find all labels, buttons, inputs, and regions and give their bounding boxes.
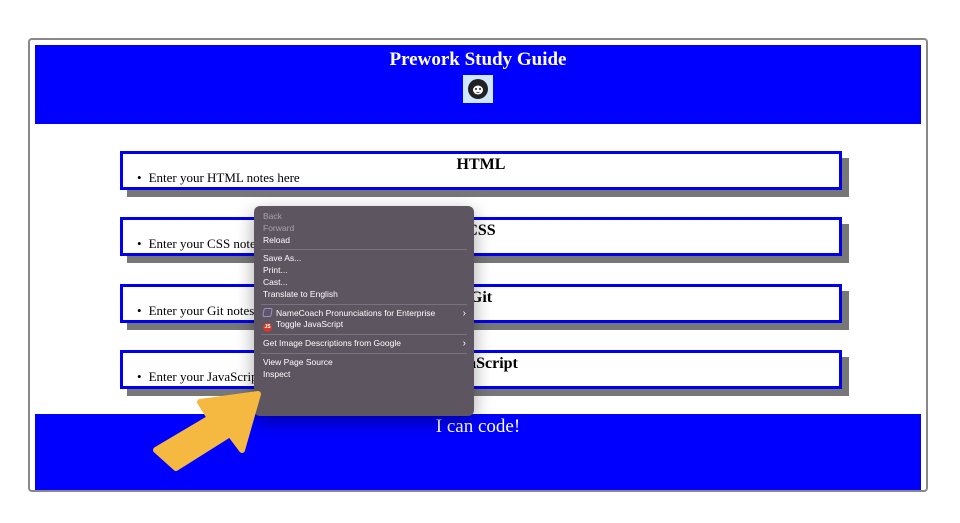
menu-item-label: NameCoach Pronunciations for Enterprise bbox=[276, 307, 436, 318]
html-section-card: HTML Enter your HTML notes here bbox=[120, 151, 842, 190]
javascript-section-card: JavaScript Enter your JavaScript notes h… bbox=[120, 350, 842, 389]
chevron-right-icon: › bbox=[462, 307, 466, 319]
cat-logo-icon bbox=[463, 75, 493, 103]
list-item: Enter your HTML notes here bbox=[137, 170, 300, 186]
menu-item-translate[interactable]: Translate to English bbox=[254, 289, 474, 301]
menu-item-save-as[interactable]: Save As... bbox=[254, 253, 474, 265]
css-section-card: CSS Enter your CSS notes here bbox=[120, 217, 842, 256]
menu-item-label: Back bbox=[263, 211, 282, 221]
menu-item-label: Toggle JavaScript bbox=[276, 319, 344, 330]
menu-item-label: View Page Source bbox=[263, 356, 333, 367]
menu-item-label: Forward bbox=[263, 222, 295, 233]
menu-item-back[interactable]: Back bbox=[254, 211, 474, 223]
menu-item-label: Get Image Descriptions from Google bbox=[263, 338, 401, 349]
menu-divider bbox=[261, 303, 467, 305]
chevron-right-icon: › bbox=[462, 338, 466, 350]
menu-item-image-descriptions[interactable]: Get Image Descriptions from Google › bbox=[254, 338, 474, 350]
javascript-toggle-icon: JS bbox=[263, 323, 272, 333]
menu-item-cast[interactable]: Cast... bbox=[254, 277, 474, 289]
menu-item-toggle-javascript[interactable]: JS Toggle JavaScript bbox=[254, 319, 474, 333]
menu-item-label: Print... bbox=[263, 265, 288, 276]
context-menu: Back Forward Reload Save As... Print... … bbox=[254, 206, 474, 416]
menu-item-reload[interactable]: Reload bbox=[254, 235, 474, 247]
menu-item-view-source[interactable]: View Page Source bbox=[254, 357, 474, 369]
menu-item-label: Cast... bbox=[263, 276, 288, 287]
menu-divider bbox=[261, 352, 467, 354]
menu-item-inspect[interactable]: Inspect bbox=[254, 369, 474, 381]
namecoach-extension-icon bbox=[262, 307, 273, 317]
menu-item-label: Inspect bbox=[263, 368, 291, 379]
menu-item-print[interactable]: Print... bbox=[254, 265, 474, 277]
git-section-card: Git Enter your Git notes here bbox=[120, 284, 842, 323]
menu-item-label: Save As... bbox=[263, 253, 302, 264]
page-title: Prework Study Guide bbox=[389, 49, 567, 70]
pointing-arrow-icon bbox=[153, 391, 261, 471]
menu-item-forward[interactable]: Forward bbox=[254, 223, 474, 235]
menu-item-label: Reload bbox=[263, 234, 290, 245]
menu-item-namecoach[interactable]: NameCoach Pronunciations for Enterprise › bbox=[254, 307, 474, 320]
menu-divider bbox=[261, 249, 467, 251]
page-header: Prework Study Guide bbox=[35, 45, 921, 124]
menu-item-label: Translate to English bbox=[263, 288, 338, 299]
menu-divider bbox=[261, 334, 467, 336]
